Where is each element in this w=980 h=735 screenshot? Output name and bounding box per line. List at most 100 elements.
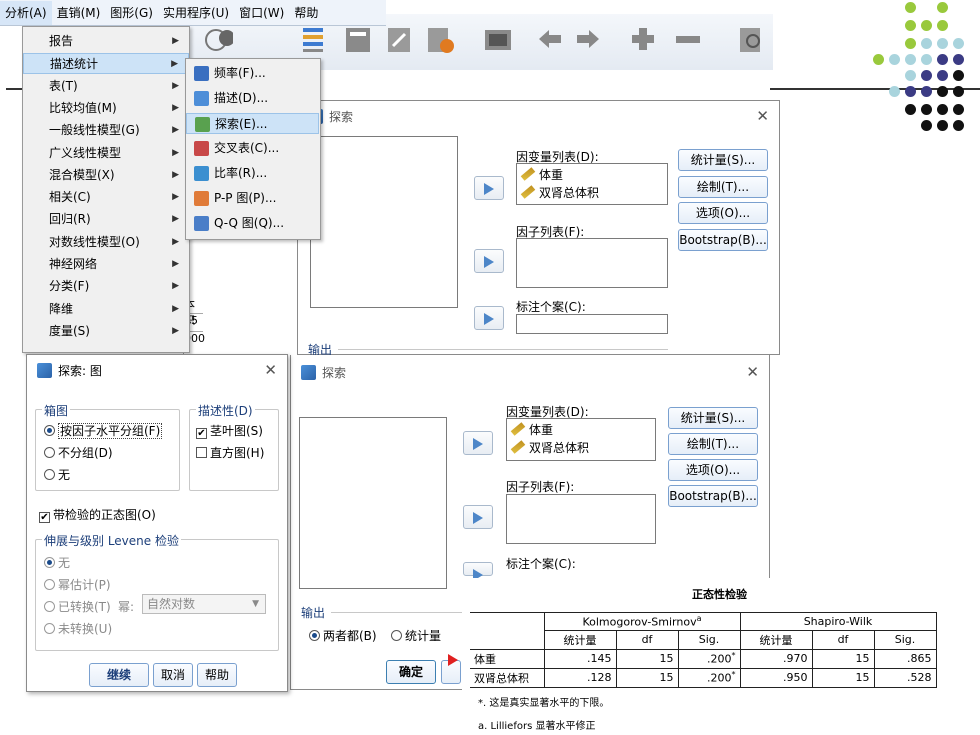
label-cases-field[interactable]	[516, 314, 668, 334]
analyze-menu-item[interactable]: 比较均值(M) ▶	[23, 98, 189, 119]
menu-help[interactable]: 帮助	[289, 1, 323, 25]
menu-item-label: 对数线性模型(O)	[49, 234, 140, 249]
dependent-variable-item[interactable]: 双肾总体积	[510, 439, 589, 456]
descriptive-submenu-item[interactable]: Q-Q 图(Q)...	[186, 213, 319, 234]
move-to-dependent-button[interactable]	[463, 431, 493, 455]
factor-list[interactable]	[516, 238, 668, 288]
boxplot-none-radio[interactable]: 无	[44, 466, 70, 483]
descriptive-submenu-item[interactable]: 交叉表(C)...	[186, 138, 319, 159]
analyze-menu-item[interactable]: 混合模型(X) ▶	[23, 165, 189, 186]
submenu-arrow-icon: ▶	[172, 147, 179, 158]
plus-icon[interactable]	[628, 24, 658, 54]
analyze-menu-item[interactable]: 描述统计 ▶	[23, 53, 189, 75]
options-button[interactable]: 选项(O)...	[668, 459, 758, 481]
move-to-factor-button[interactable]	[474, 249, 504, 273]
bootstrap-button[interactable]: Bootstrap(B)...	[668, 485, 758, 507]
dialog-title: 探索	[329, 109, 354, 124]
stem-and-leaf-checkbox[interactable]: ✔ 茎叶图(S)	[196, 422, 263, 439]
descriptive-submenu-item[interactable]: P-P 图(P)...	[186, 188, 319, 209]
options-button[interactable]: 选项(O)...	[678, 202, 768, 224]
analyze-menu-item[interactable]: 分类(F) ▶	[23, 276, 189, 297]
menu-item-label: 频率(F)...	[214, 66, 266, 80]
arrow-left-icon[interactable]	[535, 24, 565, 54]
boxplot-factor-levels-radio[interactable]: 按因子水平分组(F)	[44, 422, 163, 439]
chart-icon[interactable]	[203, 24, 235, 54]
minus-icon[interactable]	[673, 24, 703, 54]
cancel-button[interactable]: 取消	[153, 663, 193, 687]
help-button[interactable]: 帮助	[197, 663, 237, 687]
footnote: *. 这是真实显著水平的下限。	[478, 697, 610, 709]
source-variable-list[interactable]	[299, 417, 447, 589]
levene-power-estimation-radio[interactable]: 幂估计(P)	[44, 576, 111, 593]
split-file-icon[interactable]	[425, 24, 455, 54]
analyze-menu-item[interactable]: 回归(R) ▶	[23, 209, 189, 230]
close-icon[interactable]: ✕	[756, 107, 769, 125]
boxplot-dependents-radio[interactable]: 不分组(D)	[44, 444, 113, 461]
spss-window-icon	[37, 362, 52, 378]
submenu-arrow-icon: ▶	[172, 36, 179, 46]
levene-untransformed-radio[interactable]: 未转换(U)	[44, 620, 112, 637]
plots-button[interactable]: 绘制(T)...	[678, 176, 768, 198]
find-icon[interactable]	[736, 24, 766, 54]
menu-item-label: 交叉表(C)...	[214, 141, 280, 155]
arrow-right-icon[interactable]	[573, 24, 603, 54]
analyze-menu-item[interactable]: 表(T) ▶	[23, 76, 189, 97]
descriptive-submenu-item[interactable]: 比率(R)...	[186, 163, 319, 184]
menu-item-label: 探索(E)...	[215, 117, 268, 131]
analyze-menu-item[interactable]: 报告 ▶	[23, 31, 189, 52]
dependent-variable-item[interactable]: 体重	[520, 166, 563, 183]
menu-window[interactable]: 窗口(W)	[234, 1, 289, 25]
output-statistics-radio[interactable]: 统计量	[391, 627, 441, 644]
insert-variable-icon[interactable]	[385, 24, 415, 54]
move-to-factor-button[interactable]	[463, 505, 493, 529]
menu-graphs[interactable]: 图形(G)	[105, 1, 158, 25]
source-variable-list[interactable]	[310, 136, 458, 308]
levene-none-radio[interactable]: 无	[44, 554, 70, 571]
analyze-menu-item[interactable]: 降维 ▶	[23, 299, 189, 320]
menu-direct-marketing[interactable]: 直销(M)	[52, 1, 106, 25]
move-to-label-cases-button[interactable]	[474, 306, 504, 330]
descriptive-submenu-item[interactable]: 频率(F)...	[186, 63, 319, 84]
explore-dialog-top: 探索 ✕ 因变量列表(D): 体重 双肾总体积 因子列表(F): 标注个案(C):…	[297, 100, 780, 357]
close-icon[interactable]: ✕	[264, 361, 277, 379]
dependent-variable-item[interactable]: 体重	[510, 421, 553, 438]
pp-plot-icon	[194, 191, 209, 206]
levene-transformed-radio[interactable]: 已转换(T)	[44, 598, 111, 615]
select-cases-icon[interactable]	[483, 24, 513, 54]
power-label: 幂:	[118, 600, 135, 614]
plots-button[interactable]: 绘制(T)...	[668, 433, 758, 455]
column-header: df	[615, 629, 679, 650]
output-both-radio[interactable]: 两者都(B)	[309, 627, 377, 644]
menu-item-label: 广义线性模型	[49, 145, 122, 160]
normality-plots-checkbox[interactable]: ✔ 带检验的正态图(O)	[39, 506, 156, 523]
analyze-menu-item[interactable]: 对数线性模型(O) ▶	[23, 232, 189, 253]
statistics-button[interactable]: 统计量(S)...	[668, 407, 758, 429]
move-to-label-cases-button[interactable]	[463, 562, 493, 581]
bootstrap-button[interactable]: Bootstrap(B)...	[678, 229, 768, 251]
variables-icon[interactable]	[298, 24, 328, 54]
dependent-list[interactable]: 体重 双肾总体积	[506, 418, 656, 461]
analyze-menu-item[interactable]: 神经网络 ▶	[23, 254, 189, 275]
analyze-menu-item[interactable]: 度量(S) ▶	[23, 321, 189, 342]
analyze-menu-item[interactable]: 相关(C) ▶	[23, 187, 189, 208]
analyze-menu-item[interactable]: 广义线性模型 ▶	[23, 143, 189, 164]
power-select[interactable]: 自然对数 ▼	[142, 594, 266, 614]
ok-button[interactable]: 确定	[386, 660, 436, 684]
dependent-list[interactable]: 体重 双肾总体积	[516, 163, 668, 205]
move-to-dependent-button[interactable]	[474, 176, 504, 200]
histogram-checkbox[interactable]: 直方图(H)	[196, 444, 264, 461]
statistics-button[interactable]: 统计量(S)...	[678, 149, 768, 171]
close-icon[interactable]: ✕	[746, 363, 759, 381]
menu-analyze[interactable]: 分析(A)	[0, 0, 52, 25]
scale-variable-icon	[520, 167, 536, 181]
menu-utilities[interactable]: 实用程序(U)	[158, 1, 234, 25]
descriptive-submenu-item[interactable]: 探索(E)...	[186, 113, 319, 134]
menu-item-label: P-P 图(P)...	[214, 191, 277, 205]
continue-button[interactable]: 继续	[89, 663, 149, 687]
factor-list[interactable]	[506, 494, 656, 544]
analyze-menu-item[interactable]: 一般线性模型(G) ▶	[23, 120, 189, 141]
descriptive-submenu-item[interactable]: 描述(D)...	[186, 88, 319, 109]
dependent-variable-item[interactable]: 双肾总体积	[520, 184, 599, 201]
normality-test-output: 正态性检验 Kolmogorov-Smirnova Shapiro-Wilk 统…	[448, 578, 977, 732]
insert-case-icon[interactable]	[343, 24, 373, 54]
